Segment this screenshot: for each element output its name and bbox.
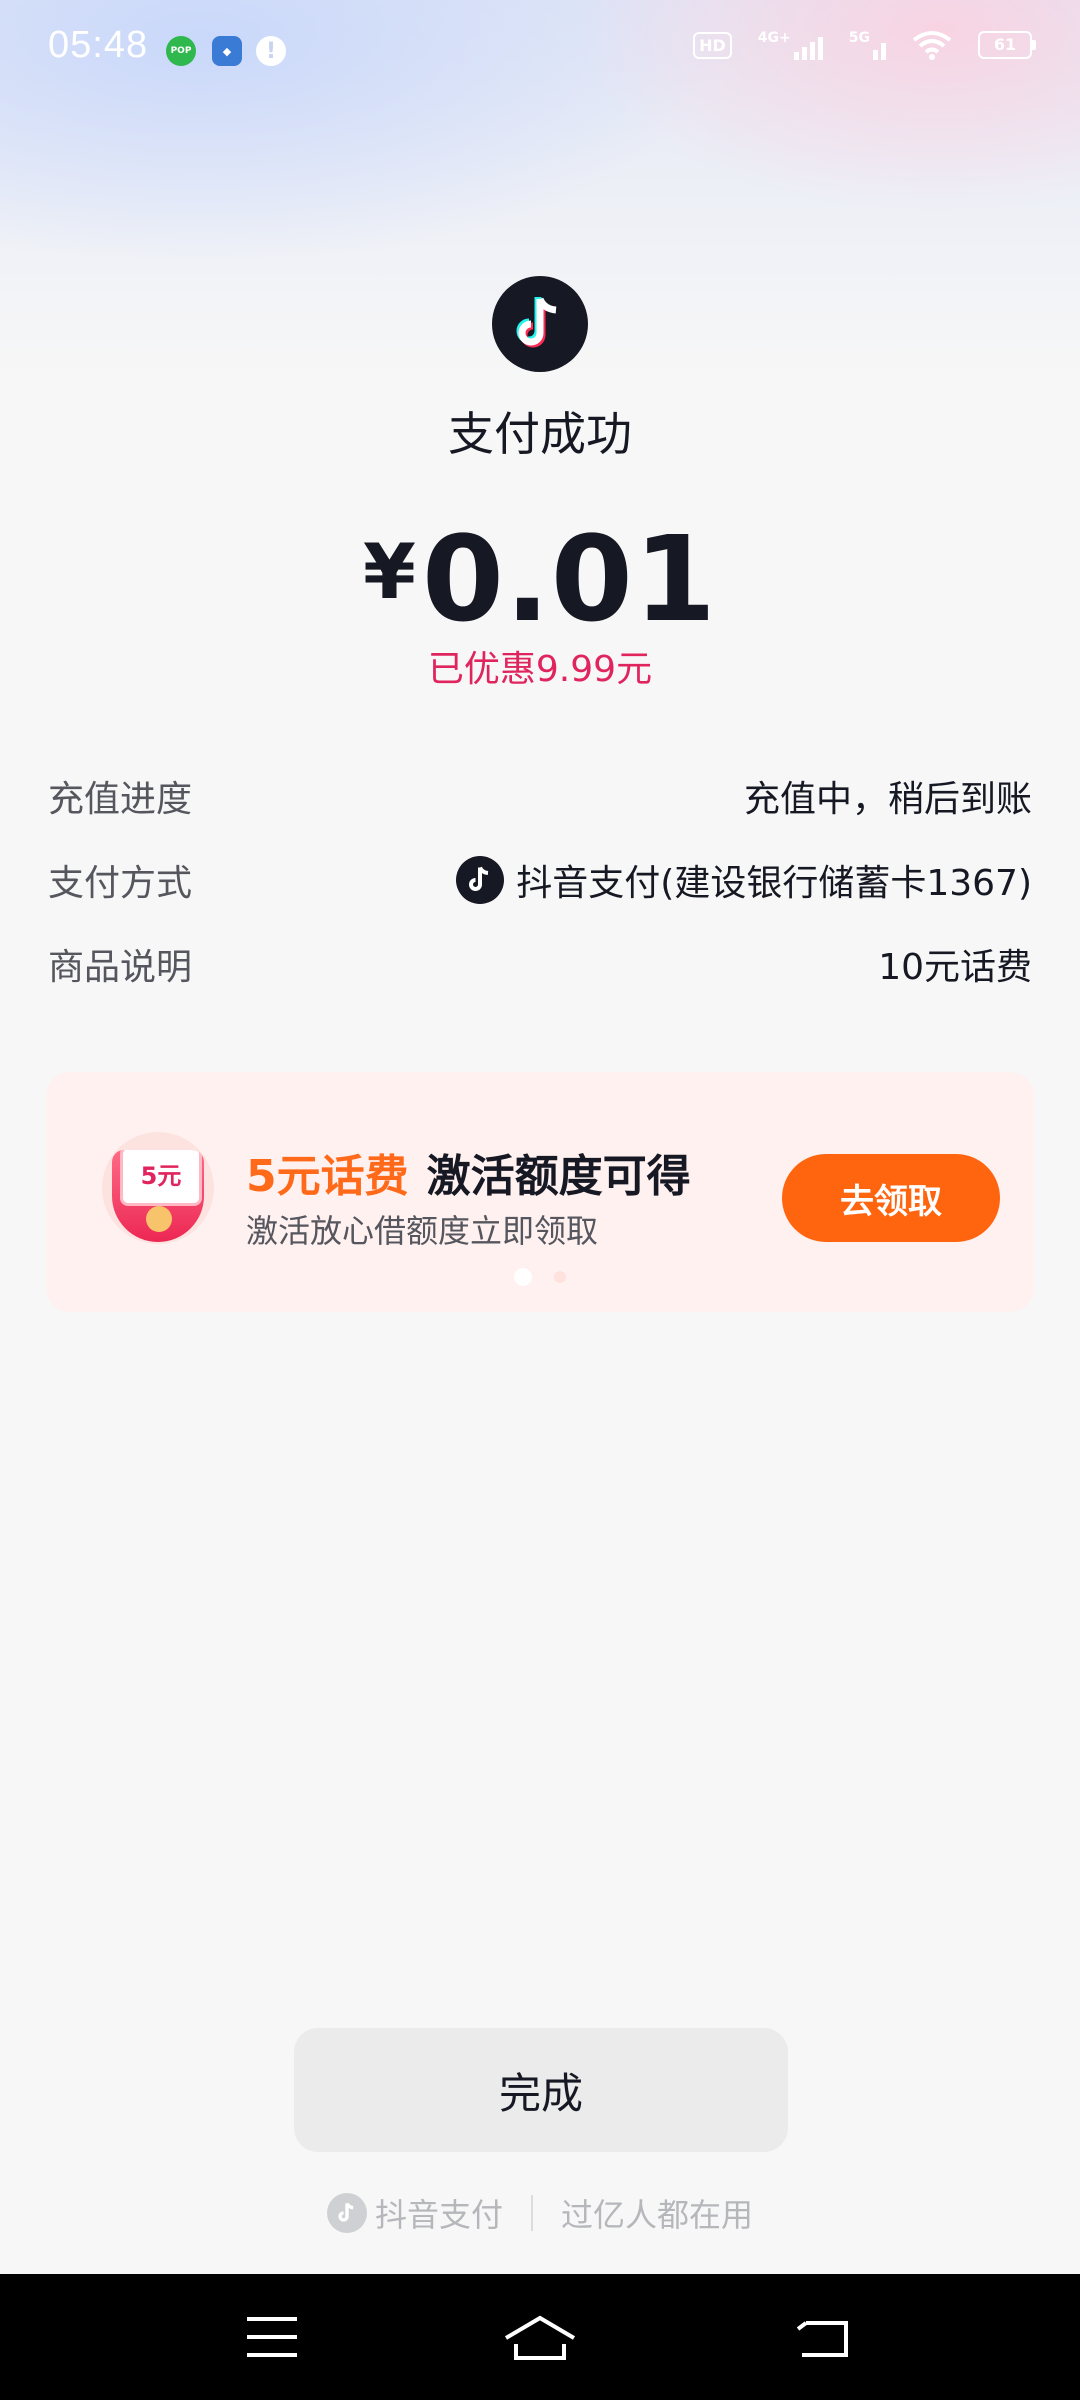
home-icon[interactable]	[500, 2304, 580, 2370]
status-time: 05:48	[48, 24, 149, 66]
promo-badge-text: 5元	[120, 1150, 202, 1206]
detail-label: 充值进度	[48, 779, 193, 820]
pop-app-icon: POP	[166, 36, 196, 66]
footer-branding: 抖音支付 过亿人都在用	[0, 2190, 1080, 2236]
battery-icon: 61	[978, 31, 1036, 59]
promo-title: 5元话费 激活额度可得	[246, 1140, 691, 1204]
signal-4g-icon: 4G+	[758, 30, 823, 60]
hd-voice-icon: HD	[693, 31, 732, 59]
douyin-pay-footer-icon	[326, 2193, 367, 2233]
detail-row-payment-method: 支付方式 抖音支付(建设银行储蓄卡1367)	[48, 850, 1032, 910]
done-button[interactable]: 完成	[294, 2028, 788, 2152]
carousel-dot-active	[514, 1268, 532, 1286]
wifi-icon	[912, 31, 952, 60]
detail-row-product: 商品说明 10元话费	[48, 934, 1032, 994]
footer-brand: 抖音支付	[326, 2190, 503, 2236]
detail-value: 抖音支付(建设银行储蓄卡1367)	[516, 863, 1032, 904]
currency-symbol: ¥	[362, 527, 416, 616]
promo-title-highlight: 5元话费	[246, 1151, 409, 1202]
detail-label: 支付方式	[48, 863, 193, 904]
payment-amount: ¥0.01	[0, 510, 1080, 648]
detail-row-progress: 充值进度 充值中，稍后到账	[48, 766, 1032, 826]
douyin-logo-icon	[492, 276, 588, 372]
status-bar: 05:48 POP ◆ ! HD 4G+ 5G 61	[0, 0, 1080, 100]
status-right-group: HD 4G+ 5G 61	[693, 30, 1036, 60]
menu-icon[interactable]	[232, 2304, 312, 2370]
promo-subtitle: 激活放心借额度立即领取	[246, 1212, 599, 1250]
footer-slogan: 过亿人都在用	[561, 2196, 754, 2234]
claim-button[interactable]: 去领取	[782, 1154, 1000, 1242]
detail-label: 商品说明	[48, 947, 193, 988]
promo-banner[interactable]: 5元 5元话费 激活额度可得 激活放心借额度立即领取 去领取	[46, 1072, 1034, 1312]
promo-title-rest: 激活额度可得	[426, 1151, 691, 1202]
carousel-indicator	[46, 1268, 1034, 1286]
detail-value-wrapper: 抖音支付(建设银行储蓄卡1367)	[456, 854, 1032, 906]
alert-icon: !	[256, 36, 286, 66]
amount-value: 0.01	[421, 510, 718, 648]
detail-value: 10元话费	[878, 947, 1032, 988]
footer-brand-text: 抖音支付	[374, 2196, 503, 2234]
back-icon[interactable]	[784, 2304, 864, 2370]
footer-divider	[531, 2195, 533, 2231]
payment-success-title: 支付成功	[448, 407, 632, 461]
douyin-pay-icon	[456, 856, 505, 904]
red-envelope-icon: 5元	[102, 1132, 214, 1252]
app-store-icon: ◆	[212, 36, 242, 66]
system-navigation-bar	[0, 2274, 1080, 2400]
discount-text: 已优惠9.99元	[427, 649, 653, 690]
carousel-dot	[554, 1271, 566, 1283]
signal-5g-icon: 5G	[849, 30, 886, 60]
detail-value: 充值中，稍后到账	[743, 779, 1032, 820]
